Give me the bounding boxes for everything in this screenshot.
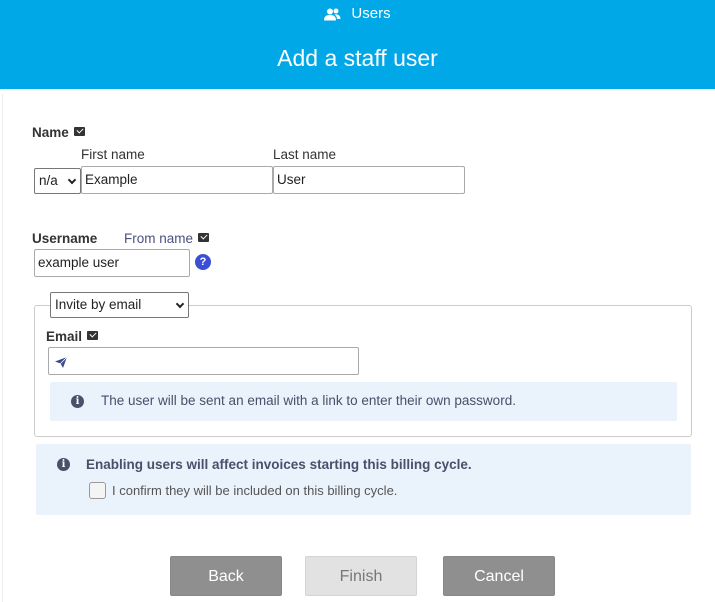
email-section-label: Email xyxy=(46,329,99,344)
name-label: Name xyxy=(32,125,69,140)
chevron-down-icon xyxy=(175,299,185,309)
back-button[interactable]: Back xyxy=(170,556,282,596)
name-section-label: Name xyxy=(32,125,85,140)
check-icon[interactable] xyxy=(198,233,210,242)
billing-notice: i Enabling users will affect invoices st… xyxy=(36,444,691,515)
title-select-value: n/a xyxy=(39,173,58,188)
cancel-button[interactable]: Cancel xyxy=(443,556,555,596)
from-name-option[interactable]: From name xyxy=(124,231,210,246)
confirm-billing-label[interactable]: I confirm they will be included on this … xyxy=(112,483,397,498)
email-input[interactable] xyxy=(48,347,359,375)
help-icon[interactable]: ? xyxy=(195,254,211,270)
email-label: Email xyxy=(46,329,83,344)
first-name-label: First name xyxy=(81,147,145,162)
last-name-input[interactable]: User xyxy=(273,166,465,194)
first-name-input[interactable]: Example xyxy=(81,166,273,194)
from-name-label[interactable]: From name xyxy=(124,231,193,246)
username-input[interactable]: example user xyxy=(34,249,190,277)
invite-method-value: Invite by email xyxy=(55,297,142,312)
send-icon xyxy=(55,355,68,373)
check-icon xyxy=(87,331,99,340)
finish-button[interactable]: Finish xyxy=(305,556,417,596)
confirm-billing-checkbox[interactable] xyxy=(89,482,106,499)
check-icon xyxy=(73,127,85,136)
page-header: Users Add a staff user xyxy=(0,0,715,89)
info-icon: i xyxy=(71,395,84,408)
last-name-label: Last name xyxy=(273,147,337,162)
chevron-down-icon xyxy=(67,175,77,185)
invite-method-select[interactable]: Invite by email xyxy=(50,292,189,318)
info-icon: i xyxy=(57,458,70,471)
users-icon xyxy=(324,8,341,25)
username-label: Username xyxy=(32,231,98,246)
breadcrumb-users-label[interactable]: Users xyxy=(351,5,390,22)
email-info-box: i The user will be sent an email with a … xyxy=(50,382,677,421)
title-select[interactable]: n/a xyxy=(34,168,81,194)
email-info-text: The user will be sent an email with a li… xyxy=(101,393,516,408)
form-panel: Name First name Last name n/a Example Us… xyxy=(2,94,715,602)
billing-warning: Enabling users will affect invoices star… xyxy=(86,457,472,472)
page-title: Add a staff user xyxy=(277,45,438,71)
breadcrumb[interactable]: Users xyxy=(0,5,715,25)
